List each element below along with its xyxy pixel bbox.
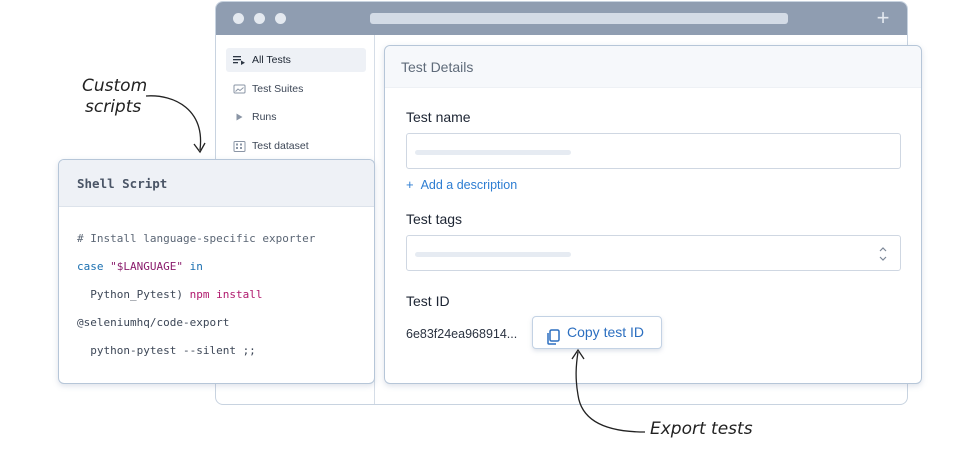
list-play-icon	[233, 48, 246, 72]
plus-icon: +	[406, 177, 414, 192]
sidebar-item-label: Test Suites	[252, 82, 304, 95]
code-line: # Install language-specific exporter	[77, 232, 316, 245]
add-description-link[interactable]: + Add a description	[406, 177, 517, 192]
add-description-label: Add a description	[420, 178, 518, 192]
window-minimize-dot[interactable]	[254, 13, 265, 24]
test-id-label: Test ID	[406, 293, 450, 309]
code-line: Python_Pytest) npm install	[77, 288, 263, 301]
custom-scripts-annotation: Custom scripts	[82, 76, 148, 117]
shell-script-title: Shell Script	[59, 160, 374, 207]
sidebar-item-test-suites[interactable]: Test Suites	[226, 77, 366, 101]
copy-button-label: Copy test ID	[567, 324, 645, 340]
test-name-label: Test name	[406, 109, 471, 125]
test-details-panel: Test Details Test name + Add a descriptio…	[384, 45, 922, 384]
new-tab-icon[interactable]: +	[873, 6, 893, 30]
window-maximize-dot[interactable]	[275, 13, 286, 24]
window-close-dot[interactable]	[233, 13, 244, 24]
image-icon	[233, 77, 246, 101]
test-name-input[interactable]	[406, 133, 901, 169]
panel-title: Test Details	[385, 46, 921, 88]
copy-icon	[546, 325, 560, 345]
test-id-value: 6e83f24ea968914...	[406, 327, 518, 341]
shell-script-card: Shell Script # Install language-specific…	[58, 159, 375, 384]
sidebar-item-test-dataset[interactable]: Test dataset	[226, 134, 366, 158]
sidebar: All Tests Test Suites Runs Test dataset	[226, 48, 366, 162]
input-placeholder	[415, 150, 571, 155]
sidebar-item-label: All Tests	[252, 54, 291, 66]
sidebar-item-all-tests[interactable]: All Tests	[226, 48, 366, 72]
code-line: @seleniumhq/code-export	[77, 316, 230, 329]
code-block: # Install language-specific exporter cas…	[77, 232, 315, 372]
window-titlebar: +	[216, 2, 907, 35]
grid-icon	[233, 134, 246, 158]
select-placeholder	[415, 252, 571, 257]
play-icon	[233, 105, 246, 129]
export-tests-annotation: Export tests	[650, 419, 753, 439]
chevron-up-down-icon	[878, 244, 888, 266]
address-bar[interactable]	[370, 13, 788, 24]
code-line: python-pytest --silent ;;	[77, 344, 256, 357]
test-tags-label: Test tags	[406, 211, 463, 227]
copy-test-id-button[interactable]: Copy test ID	[532, 316, 662, 349]
sidebar-item-label: Test dataset	[252, 139, 309, 152]
code-line: case "$LANGUAGE" in	[77, 260, 203, 273]
sidebar-item-label: Runs	[252, 111, 277, 123]
test-tags-select[interactable]	[406, 235, 901, 271]
sidebar-item-runs[interactable]: Runs	[226, 105, 366, 129]
custom-scripts-arrow	[145, 95, 202, 151]
custom-scripts-arrowhead	[193, 142, 206, 154]
